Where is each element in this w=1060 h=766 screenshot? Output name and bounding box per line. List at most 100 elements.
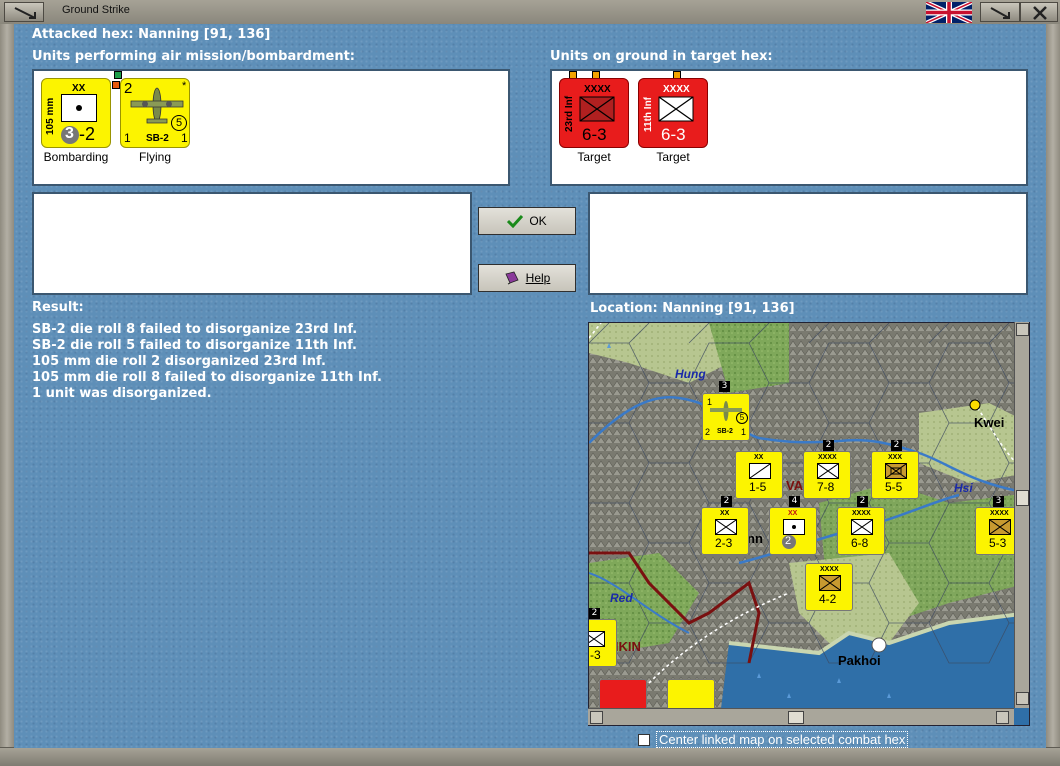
infantry-symbol-icon <box>851 519 873 535</box>
unit-status-caption: Target <box>577 150 611 164</box>
unit-side-name: 105 mm <box>45 97 56 135</box>
scroll-thumb[interactable] <box>788 711 804 724</box>
city-label: Pakhoi <box>838 653 881 668</box>
city-label: Kwei <box>974 415 1005 430</box>
unit-bottom-right: 1 <box>181 131 188 145</box>
map-unit-size: XXXX <box>990 510 1009 517</box>
map-unit-counter[interactable]: XX 2 4 <box>769 496 817 555</box>
ground-units-detail-panel <box>588 192 1028 295</box>
infantry-symbol-icon <box>989 519 1011 535</box>
center-map-checkbox[interactable] <box>638 734 650 746</box>
unit-side-name: 11th Inf <box>643 96 654 132</box>
attacked-hex-label: Attacked hex: Nanning [91, 136] <box>32 27 271 42</box>
unit-circle-stat: 5 <box>171 115 187 131</box>
cavalry-symbol-icon <box>749 463 771 479</box>
unit-side-name: 23rd Inf <box>564 95 575 132</box>
map-vertical-scrollbar[interactable] <box>1014 322 1029 708</box>
center-map-label[interactable]: Center linked map on selected combat hex <box>656 731 909 748</box>
stack-count-badge: 2 <box>721 496 732 507</box>
unit-size: XX <box>72 83 86 94</box>
stack-count-badge: 3 <box>993 496 1004 507</box>
infantry-symbol-icon <box>579 96 615 122</box>
close-button[interactable] <box>1020 2 1058 22</box>
location-label: Location: Nanning [91, 136] <box>590 301 795 316</box>
system-menu-button[interactable] <box>4 2 44 22</box>
uk-flag-icon <box>925 0 973 25</box>
map-unit-counter[interactable]: XXXX 4-2 <box>805 563 853 611</box>
ok-button[interactable]: OK <box>478 207 576 235</box>
scroll-down-arrow-icon[interactable] <box>1016 692 1029 705</box>
infantry-symbol-icon <box>589 631 605 647</box>
map-unit-counter[interactable]: -3 2 <box>589 608 617 667</box>
scroll-up-arrow-icon[interactable] <box>1016 323 1029 336</box>
result-line: SB-2 die roll 5 failed to disorganize 11… <box>32 338 357 353</box>
map-unit-size: XX <box>754 454 764 461</box>
stack-count-badge: 3 <box>719 381 730 392</box>
armor-symbol-icon <box>885 463 907 479</box>
unit-bottom-left: 1 <box>124 131 131 145</box>
scroll-left-arrow-icon[interactable] <box>590 711 603 724</box>
infantry-symbol-icon <box>817 463 839 479</box>
result-line: 105 mm die roll 2 disorganized 23rd Inf. <box>32 354 326 369</box>
unit-105mm-counter[interactable]: 105 mm XX 3 -2 <box>41 78 111 148</box>
map-unit-strength: 5-3 <box>989 536 1007 550</box>
map-unit-sb2[interactable]: 1 5 2 SB-2 1 <box>702 393 750 441</box>
help-button[interactable]: Help <box>478 264 576 292</box>
location-map[interactable]: Hung Hsi Red Kwei Pakhoi ONKIN nn VA 1 5… <box>588 322 1030 726</box>
stack-count-badge: 4 <box>789 496 800 507</box>
map-horizontal-scrollbar[interactable] <box>588 708 1014 725</box>
city-marker-icon <box>969 399 981 411</box>
left-frame <box>0 24 14 748</box>
river-label: Hung <box>675 367 706 381</box>
map-unit-strength: 2 <box>785 535 792 547</box>
result-line: 105 mm die roll 8 failed to disorganize … <box>32 370 382 385</box>
map-unit-model: SB-2 <box>717 428 733 435</box>
unit-model: SB-2 <box>146 133 169 144</box>
stack-count-badge: 2 <box>589 608 600 619</box>
help-book-icon <box>505 271 519 285</box>
unit-sb2-counter[interactable]: 2 * 5 SB-2 1 1 <box>120 78 190 148</box>
window-frame: Ground Strike Attacked hex: Nanning [91,… <box>0 0 1060 766</box>
unit-11th-inf-counter[interactable]: 11th Inf XXXX 6-3 <box>638 78 708 148</box>
scroll-right-arrow-icon[interactable] <box>996 711 1009 724</box>
air-units-label: Units performing air mission/bombardment… <box>32 49 356 64</box>
infantry-symbol-icon <box>715 519 737 535</box>
unit-23rd-inf-counter[interactable]: 23rd Inf XXXX 6-3 <box>559 78 629 148</box>
map-unit-size: XXXX <box>820 566 839 573</box>
result-line: SB-2 die roll 8 failed to disorganize 23… <box>32 322 358 337</box>
city-label: nn <box>747 531 763 546</box>
stack-count-badge: 2 <box>857 496 868 507</box>
result-label: Result: <box>32 300 84 315</box>
restore-button[interactable] <box>980 2 1020 22</box>
map-unit-counter[interactable]: XXXX 7-8 2 <box>803 440 851 499</box>
air-units-panel: 105 mm XX 3 -2 Bombarding 2 * 5 SB-2 1 1… <box>32 69 510 186</box>
artillery-symbol-icon <box>61 94 97 122</box>
river-label: Hsi <box>954 481 973 495</box>
air-units-detail-panel <box>32 192 472 295</box>
infantry-symbol-icon <box>658 96 694 122</box>
map-unit-strength: -3 <box>590 648 601 662</box>
map-unit-counter[interactable]: XX 2-3 2 <box>701 496 749 555</box>
map-unit-counter[interactable]: XXXX 6-8 2 <box>837 496 885 555</box>
title-bar: Ground Strike <box>0 0 1060 25</box>
window-title: Ground Strike <box>62 4 130 16</box>
map-unit-size: XX <box>720 510 730 517</box>
river-label: Red <box>610 591 633 605</box>
unit-strength: 6-3 <box>582 125 607 144</box>
unit-status-caption: Bombarding <box>43 150 109 164</box>
map-unit-stat: 1 <box>741 427 747 437</box>
infantry-symbol-icon <box>819 575 841 591</box>
bottom-frame <box>0 747 1060 766</box>
scroll-thumb[interactable] <box>1016 490 1029 506</box>
stack-count-badge: 2 <box>891 440 902 451</box>
map-unit-strength: 7-8 <box>817 480 835 494</box>
unit-attack: 3 <box>65 125 74 142</box>
minimize-arrow-icon <box>14 7 36 19</box>
map-unit-counter[interactable]: XX 1-5 <box>735 451 783 499</box>
ground-units-panel: 23rd Inf XXXX 6-3 Target 11th Inf XXXX 6… <box>550 69 1028 186</box>
close-icon <box>1033 6 1047 20</box>
artillery-symbol-icon <box>783 519 805 535</box>
dialog-content: Attacked hex: Nanning [91, 136] Units pe… <box>14 24 1046 748</box>
map-unit-counter[interactable]: XXX 5-5 2 <box>871 440 919 499</box>
map-unit-strength: 6-8 <box>851 536 869 550</box>
